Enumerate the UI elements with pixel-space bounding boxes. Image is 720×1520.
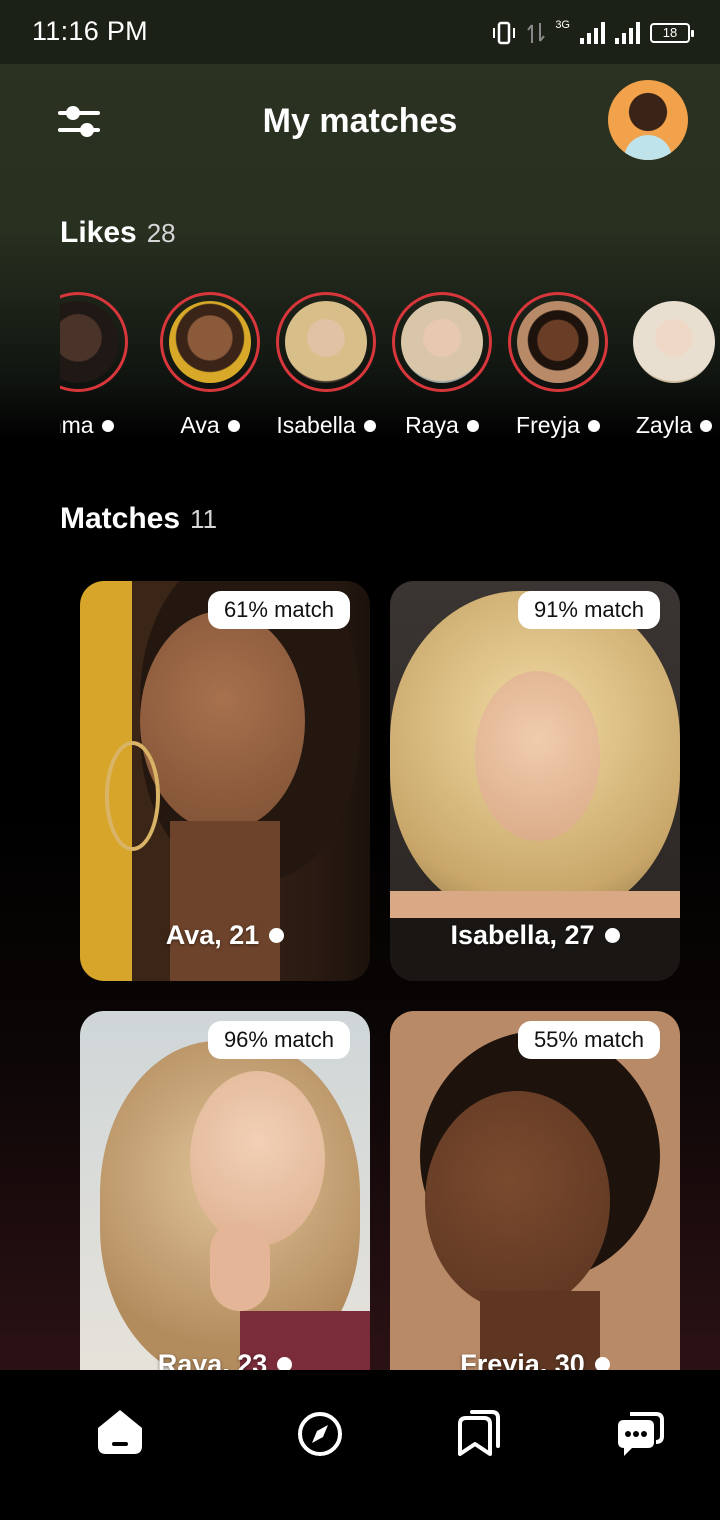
chat-bubbles-icon [618, 1412, 664, 1456]
match-card[interactable]: 91% match Isabella, 27 [390, 581, 680, 981]
like-avatar-photo [60, 301, 119, 383]
home-icon [98, 1410, 142, 1454]
like-avatar-ring [276, 292, 376, 392]
header: My matches [0, 64, 720, 179]
battery-icon: 18 [650, 23, 694, 43]
online-dot-icon [269, 928, 285, 943]
likes-heading: Likes 28 [60, 216, 176, 250]
online-dot-icon [363, 419, 376, 432]
online-dot-icon [594, 1357, 610, 1370]
status-icons: 3G 18 [491, 18, 694, 48]
card-name: Freyja, 30 [390, 1349, 680, 1370]
tab-home[interactable] [92, 1404, 148, 1460]
like-item[interactable]: mma [60, 292, 136, 439]
like-item[interactable]: Freyja [500, 292, 616, 439]
photo-face [190, 1071, 325, 1246]
like-item[interactable]: Raya [384, 292, 500, 439]
like-avatar-ring [392, 292, 492, 392]
photo-face [425, 1091, 610, 1311]
like-avatar-photo [401, 301, 483, 383]
cards-icon [458, 1410, 500, 1456]
like-name: Freyja [516, 412, 600, 439]
online-dot-icon [227, 419, 240, 432]
like-name: mma [60, 412, 114, 439]
matches-count: 11 [190, 504, 218, 534]
match-percent-badge: 61% match [207, 591, 350, 629]
match-percent-badge: 91% match [517, 591, 660, 629]
vibrate-icon [493, 21, 516, 45]
like-avatar-ring [508, 292, 608, 392]
like-avatar-ring [160, 292, 260, 392]
matches-label: Matches [60, 502, 181, 535]
card-name: Raya, 23 [80, 1349, 370, 1370]
matches-heading: Matches 11 [60, 502, 217, 536]
online-dot-icon [604, 928, 620, 943]
match-percent-badge: 55% match [517, 1021, 660, 1059]
online-dot-icon [466, 419, 479, 432]
like-name: Zayla [636, 412, 713, 439]
match-card[interactable]: 61% match Ava, 21 [80, 581, 370, 981]
match-card[interactable]: 55% match Freyja, 30 [390, 1011, 680, 1370]
network-type: 3G [555, 19, 570, 31]
like-avatar-photo [517, 301, 599, 383]
compass-icon [298, 1412, 342, 1456]
like-name: Ava [180, 412, 240, 439]
online-dot-icon [587, 419, 600, 432]
like-item[interactable]: Ava [152, 292, 268, 439]
like-item[interactable]: Isabella [268, 292, 384, 439]
likes-count: 28 [146, 218, 176, 248]
like-avatar-ring [624, 292, 720, 392]
online-dot-icon [277, 1357, 293, 1370]
data-transfer-icon [527, 23, 546, 43]
bottom-tab-bar [0, 1370, 720, 1520]
like-name: Isabella [276, 412, 376, 439]
like-name: Raya [405, 412, 479, 439]
match-percent-badge: 96% match [207, 1021, 350, 1059]
online-dot-icon [700, 419, 713, 432]
signal-icon [580, 22, 605, 44]
online-dot-icon [101, 419, 114, 432]
earring [105, 741, 160, 851]
status-bar: 11:16 PM 3G 18 [0, 0, 720, 64]
like-avatar-photo [285, 301, 367, 383]
status-time: 11:16 PM [32, 16, 148, 46]
like-avatar-photo [169, 301, 251, 383]
photo-face [475, 671, 600, 841]
signal-2-icon [615, 22, 640, 44]
card-name: Isabella, 27 [390, 920, 680, 951]
tab-saved[interactable] [452, 1404, 508, 1460]
card-name: Ava, 21 [80, 920, 370, 951]
profile-avatar[interactable] [608, 80, 688, 160]
likes-carousel[interactable]: mma Ava Isabella Raya Freyja [60, 292, 720, 452]
likes-label: Likes [60, 216, 137, 249]
tab-explore[interactable] [292, 1404, 348, 1460]
match-card[interactable]: 96% match Raya, 23 [80, 1011, 370, 1370]
like-item[interactable]: Zayla [616, 292, 720, 439]
tab-chat[interactable] [612, 1404, 668, 1460]
photo-face [140, 611, 305, 831]
like-avatar-photo [633, 301, 715, 383]
like-avatar-ring [60, 292, 128, 392]
